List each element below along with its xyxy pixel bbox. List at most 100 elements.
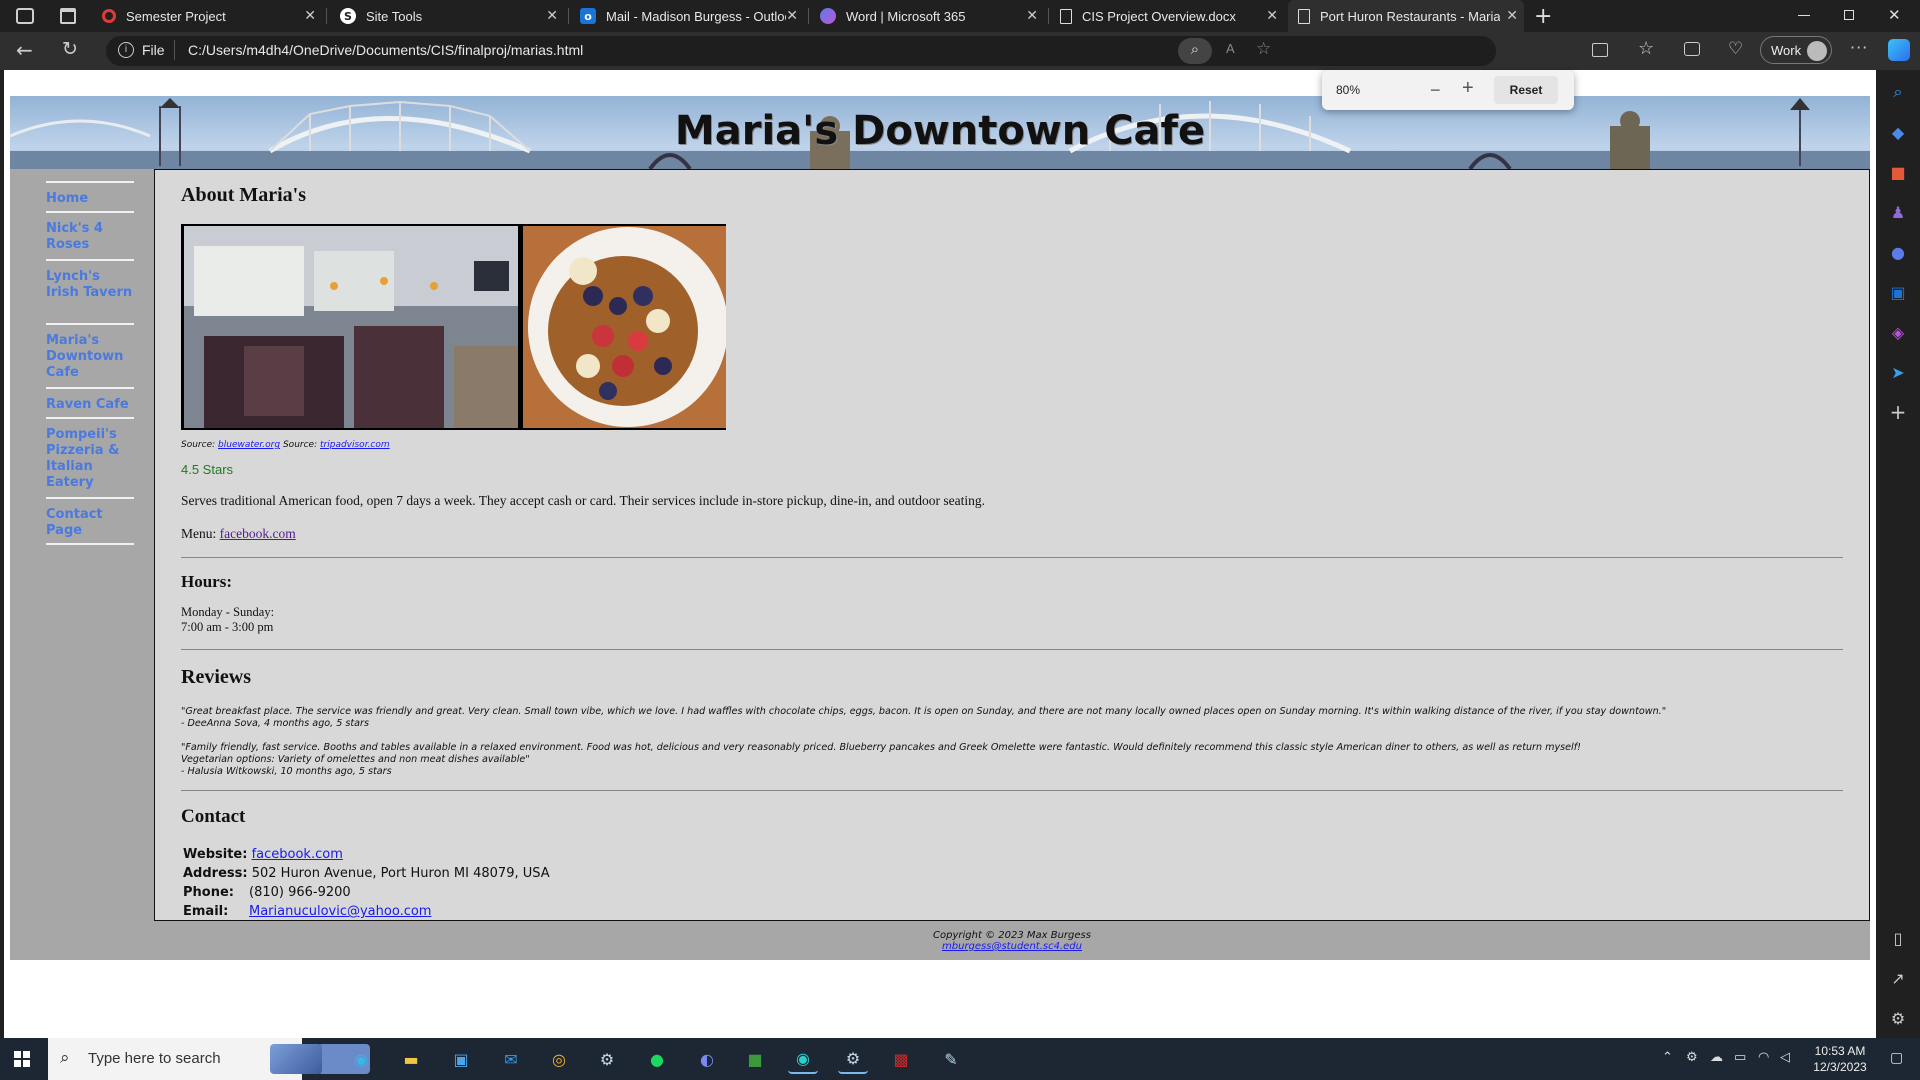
designer-icon[interactable]: ◈ bbox=[1888, 322, 1908, 342]
zoom-reset-button[interactable]: Reset bbox=[1494, 76, 1558, 104]
website-label: Website: bbox=[183, 847, 248, 862]
webpage: Maria's Downtown Cafe Home Nick's 4 Rose… bbox=[10, 96, 1870, 960]
review-text: Vegetarian options: Variety of omelettes… bbox=[181, 754, 530, 765]
profile-button[interactable]: Work bbox=[1760, 36, 1832, 64]
steam-active-icon[interactable]: ⚙ bbox=[838, 1044, 868, 1074]
restore-icon[interactable] bbox=[1844, 10, 1854, 20]
nav-raven-cafe[interactable]: Raven Cafe bbox=[46, 397, 134, 413]
clock[interactable]: 10:53 AM 12/3/2023 bbox=[1808, 1043, 1872, 1075]
minimize-icon[interactable] bbox=[1798, 15, 1810, 16]
main-content: About Maria's Source: bluewater.org Sour… bbox=[154, 169, 1870, 921]
notifications-icon[interactable]: ▢ bbox=[1890, 1050, 1903, 1066]
tab-mail[interactable]: o Mail - Madison Burgess - Outloo ✕ bbox=[572, 0, 804, 32]
nav-pompeiis-pizzeria[interactable]: Pompeii's Pizzeria & Italian Eatery bbox=[46, 427, 134, 491]
contact-email-link[interactable]: Marianuculovic@yahoo.com bbox=[249, 904, 431, 919]
edge-active-icon[interactable]: ◉ bbox=[788, 1044, 818, 1074]
browser-essentials-icon[interactable]: ♡ bbox=[1728, 39, 1743, 59]
tray-volume-icon[interactable]: ◁ bbox=[1780, 1050, 1790, 1065]
source-tripadvisor-link[interactable]: tripadvisor.com bbox=[320, 440, 390, 450]
nav-lynchs-irish-tavern[interactable]: Lynch's Irish Tavern bbox=[46, 269, 134, 301]
close-tab-icon[interactable]: ✕ bbox=[786, 8, 798, 24]
nav-contact-page[interactable]: Contact Page bbox=[46, 507, 134, 539]
tab-actions-icon[interactable] bbox=[60, 8, 76, 24]
tray-onedrive-icon[interactable]: ☁ bbox=[1710, 1050, 1723, 1065]
game-icon[interactable]: ▩ bbox=[886, 1044, 916, 1074]
banner: Maria's Downtown Cafe bbox=[10, 96, 1870, 169]
address-bar[interactable]: i File C:/Users/m4dh4/OneDrive/Documents… bbox=[106, 36, 1496, 66]
tools-icon[interactable]: ■ bbox=[1888, 162, 1908, 182]
start-windows-icon[interactable] bbox=[14, 1051, 30, 1067]
collections-icon[interactable] bbox=[1684, 42, 1700, 56]
tray-wifi-icon[interactable]: ◠ bbox=[1758, 1050, 1769, 1065]
add-icon[interactable]: + bbox=[1888, 400, 1908, 424]
show-hidden-icons[interactable]: ⌃ bbox=[1662, 1050, 1673, 1065]
chrome-icon[interactable]: ◎ bbox=[544, 1044, 574, 1074]
search-icon[interactable]: ⌕ bbox=[1888, 82, 1908, 102]
tab-word[interactable]: Word | Microsoft 365 ✕ bbox=[812, 0, 1044, 32]
divider bbox=[181, 790, 1843, 791]
close-tab-icon[interactable]: ✕ bbox=[1266, 8, 1278, 24]
send-icon[interactable]: ➤ bbox=[1888, 362, 1908, 382]
address-label: Address: bbox=[183, 866, 248, 881]
tab-cis-project[interactable]: CIS Project Overview.docx ✕ bbox=[1052, 0, 1284, 32]
menu-facebook-link[interactable]: facebook.com bbox=[220, 526, 296, 541]
zoom-icon[interactable]: ⌕ bbox=[1178, 38, 1212, 64]
taskbar-search-box[interactable]: ⌕ Type here to search bbox=[48, 1038, 370, 1080]
search-highlight-image[interactable] bbox=[270, 1044, 322, 1074]
menu-label: Menu: bbox=[181, 526, 217, 541]
nav-marias-downtown-cafe[interactable]: Maria's Downtown Cafe bbox=[46, 333, 134, 381]
spotify-icon[interactable]: ● bbox=[642, 1044, 672, 1074]
zoom-popup: 80% − + Reset bbox=[1322, 70, 1574, 110]
tab-semester-project[interactable]: Semester Project ✕ bbox=[94, 0, 322, 32]
copilot-icon[interactable] bbox=[1888, 39, 1910, 61]
favorites-icon[interactable]: ☆ bbox=[1638, 38, 1654, 59]
review-2: "Family friendly, fast service. Booths a… bbox=[181, 742, 1841, 778]
store-icon[interactable]: ▣ bbox=[446, 1044, 476, 1074]
file-explorer-icon[interactable]: ▬ bbox=[396, 1044, 426, 1074]
settings-gear-icon[interactable]: ⚙ bbox=[1888, 1008, 1908, 1028]
minecraft-icon[interactable]: ■ bbox=[740, 1044, 770, 1074]
favorite-star-icon[interactable]: ☆ bbox=[1256, 39, 1271, 59]
close-tab-icon[interactable]: ✕ bbox=[1506, 8, 1518, 24]
contact-website-link[interactable]: facebook.com bbox=[252, 847, 343, 862]
source-bluewater-link[interactable]: bluewater.org bbox=[218, 440, 280, 450]
close-tab-icon[interactable]: ✕ bbox=[546, 8, 558, 24]
edge-taskbar-icon[interactable]: ◉ bbox=[346, 1044, 376, 1074]
tray-battery-icon[interactable]: ▭ bbox=[1734, 1050, 1746, 1065]
nav-home[interactable]: Home bbox=[46, 191, 134, 207]
source-label: Source: bbox=[282, 440, 318, 450]
address-url[interactable]: C:/Users/m4dh4/OneDrive/Documents/CIS/fi… bbox=[188, 42, 583, 58]
back-icon[interactable]: ← bbox=[16, 38, 33, 62]
open-external-icon[interactable]: ↗ bbox=[1888, 968, 1908, 988]
split-screen-icon[interactable] bbox=[1592, 43, 1608, 57]
close-window-icon[interactable]: ✕ bbox=[1888, 6, 1901, 24]
refresh-icon[interactable]: ↻ bbox=[62, 38, 78, 60]
hours-time: 7:00 am - 3:00 pm bbox=[181, 620, 274, 634]
close-tab-icon[interactable]: ✕ bbox=[1026, 8, 1038, 24]
tab-site-tools[interactable]: S Site Tools ✕ bbox=[332, 0, 564, 32]
mail-icon[interactable]: ✉ bbox=[496, 1044, 526, 1074]
info-icon[interactable]: i bbox=[118, 42, 134, 58]
m365-sidebar-icon[interactable]: ● bbox=[1888, 242, 1908, 262]
close-tab-icon[interactable]: ✕ bbox=[304, 8, 316, 24]
tray-steam-icon[interactable]: ⚙ bbox=[1686, 1050, 1698, 1065]
notepad-icon[interactable]: ✎ bbox=[936, 1044, 966, 1074]
review-author: - Halusia Witkowski, 10 months ago, 5 st… bbox=[181, 766, 392, 777]
zoom-in-button[interactable]: + bbox=[1462, 77, 1474, 100]
discord-icon[interactable]: ◐ bbox=[692, 1044, 722, 1074]
games-icon[interactable]: ♟ bbox=[1888, 202, 1908, 222]
photo-gallery bbox=[181, 224, 726, 430]
new-tab-icon[interactable]: + bbox=[1534, 4, 1552, 29]
steam-icon[interactable]: ⚙ bbox=[592, 1044, 622, 1074]
outlook-sidebar-icon[interactable]: ▣ bbox=[1888, 282, 1908, 302]
read-aloud-icon[interactable]: A bbox=[1226, 41, 1235, 56]
tab-port-huron-restaurants[interactable]: Port Huron Restaurants - Maria's ✕ bbox=[1288, 0, 1524, 32]
more-menu-icon[interactable]: ··· bbox=[1850, 38, 1868, 57]
document-icon bbox=[1060, 8, 1072, 24]
zoom-out-button[interactable]: − bbox=[1430, 80, 1441, 101]
workspaces-icon[interactable] bbox=[16, 8, 34, 24]
nav-nicks-4-roses[interactable]: Nick's 4 Roses bbox=[46, 221, 134, 253]
shopping-icon[interactable]: ◆ bbox=[1888, 122, 1908, 142]
footer-email-link[interactable]: mburgess@student.sc4.edu bbox=[942, 941, 1082, 952]
sidebar-toggle-icon[interactable]: ▯ bbox=[1888, 928, 1908, 948]
